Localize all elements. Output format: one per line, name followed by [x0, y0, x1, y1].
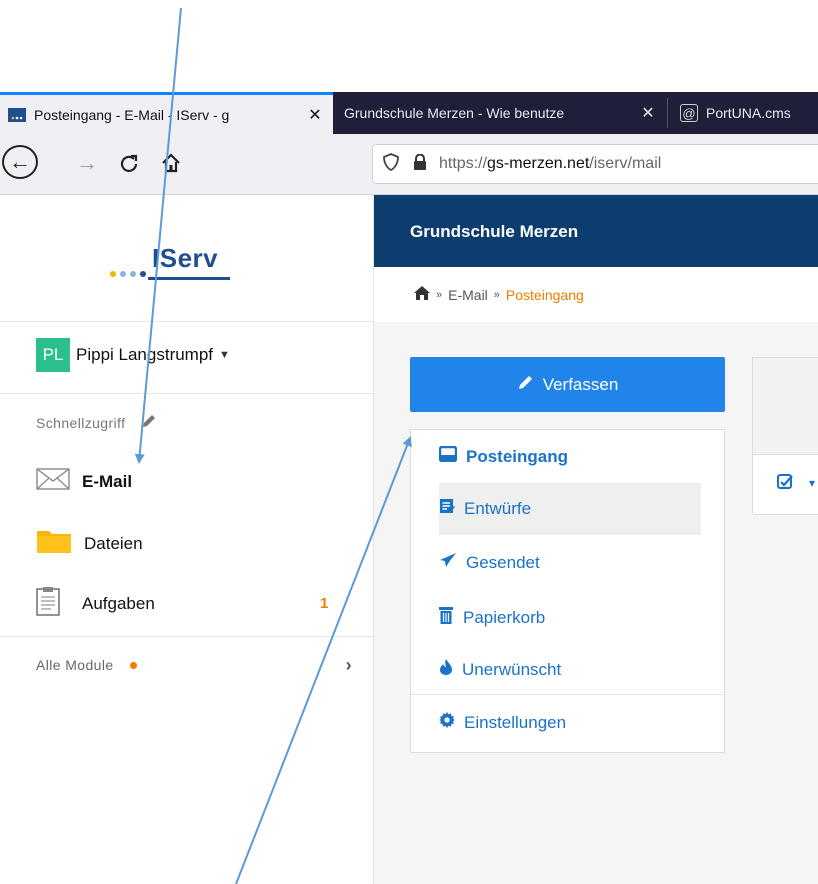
caret-down-icon: ▼	[219, 349, 230, 361]
close-icon[interactable]: ✕	[307, 105, 323, 125]
back-icon[interactable]: ←	[2, 145, 38, 179]
url-host: gs-merzen.net	[487, 155, 590, 172]
divider	[753, 514, 818, 515]
user-menu[interactable]: PL Pippi Langstrumpf ▼	[36, 338, 230, 372]
folder-label: Unerwünscht	[462, 659, 562, 679]
user-name: Pippi Langstrumpf	[76, 345, 214, 364]
logo-dot	[130, 271, 136, 277]
trash-icon	[439, 606, 453, 629]
draft-icon	[439, 498, 455, 519]
folder-inbox[interactable]: Posteingang	[438, 445, 569, 467]
logo-dot	[140, 271, 146, 277]
send-icon	[439, 552, 457, 573]
breadcrumb-trail: » E-Mail » Posteingang	[414, 286, 584, 303]
notification-dot	[129, 661, 137, 669]
divider	[0, 393, 373, 394]
shield-icon[interactable]	[383, 152, 399, 176]
inbox-icon	[438, 445, 458, 467]
folder-drafts[interactable]: Entwürfe	[439, 498, 531, 519]
browser-navbar: ← → https://gs-merzen.net/iserv/mail	[0, 134, 818, 195]
school-name: Grundschule Merzen	[410, 222, 579, 241]
tab-portuna[interactable]: @ PortUNA.cms	[672, 92, 818, 134]
tab-title: Grundschule Merzen - Wie benutze	[344, 105, 565, 121]
sidebar-item-tasks[interactable]: Aufgaben 1	[36, 586, 336, 621]
breadcrumb-separator: »	[493, 288, 500, 301]
envelope-icon	[36, 468, 70, 495]
tab-separator	[667, 98, 668, 128]
sidebar-item-label: Dateien	[84, 533, 143, 553]
divider	[0, 636, 373, 637]
home-icon[interactable]	[156, 146, 186, 180]
tab-posteingang[interactable]: Posteingang - E-Mail - IServ - g ✕	[0, 92, 333, 134]
reload-icon[interactable]	[114, 146, 144, 180]
home-icon[interactable]	[414, 286, 430, 303]
tasks-count-badge: 1	[320, 595, 329, 612]
folder-icon	[36, 528, 72, 559]
fire-icon	[439, 658, 453, 681]
sidebar-item-label: Aufgaben	[82, 593, 155, 613]
url-path: /iserv/mail	[589, 155, 662, 172]
gear-icon	[439, 712, 455, 733]
logo-dot	[120, 271, 126, 277]
breadcrumb-current: Posteingang	[505, 286, 584, 303]
url-bar[interactable]: https://gs-merzen.net/iserv/mail	[372, 144, 818, 184]
all-modules-link[interactable]: Alle Module ›	[36, 654, 352, 675]
breadcrumb-email[interactable]: E-Mail	[448, 287, 488, 303]
close-icon[interactable]: ✕	[640, 103, 656, 123]
compose-label: Verfassen	[542, 374, 619, 394]
iserv-favicon-icon	[8, 107, 26, 122]
tab-title: PortUNA.cms	[706, 105, 791, 121]
breadcrumb: » E-Mail » Posteingang	[374, 267, 818, 323]
avatar: PL	[36, 338, 70, 372]
at-sign-icon: @	[680, 104, 698, 122]
iserv-logo[interactable]: IServ	[110, 243, 230, 285]
folder-trash[interactable]: Papierkorb	[439, 606, 545, 629]
divider	[411, 694, 724, 695]
folder-spam[interactable]: Unerwünscht	[439, 658, 561, 681]
logo-dot	[110, 271, 116, 277]
url-text[interactable]: https://gs-merzen.net/iserv/mail	[439, 155, 661, 173]
quick-access-label: Schnellzugriff	[36, 414, 126, 431]
forward-icon[interactable]: →	[72, 146, 102, 180]
lock-icon[interactable]	[413, 153, 427, 175]
logo-underline	[148, 277, 230, 280]
logo-text: IServ	[152, 243, 219, 273]
sidebar-item-label: E-Mail	[82, 471, 133, 491]
tab-title: Posteingang - E-Mail - IServ - g	[34, 106, 230, 123]
sidebar-item-files[interactable]: Dateien	[36, 528, 143, 559]
message-list-toolbar	[753, 358, 818, 455]
folder-label: Entwürfe	[464, 498, 532, 518]
folder-label: Gesendet	[466, 552, 540, 572]
url-scheme: https://	[439, 155, 488, 172]
folder-sent[interactable]: Gesendet	[439, 552, 540, 573]
caret-down-icon[interactable]: ▾	[809, 476, 815, 490]
sidebar-item-email[interactable]: E-Mail	[36, 468, 132, 495]
clipboard-icon	[36, 586, 60, 621]
chevron-right-icon: ›	[345, 654, 352, 675]
app-header: Grundschule Merzen	[374, 195, 818, 267]
folder-list: Posteingang Entwürfe Gesendet Papierkorb…	[410, 429, 725, 753]
select-all-checkbox-icon[interactable]	[777, 474, 793, 495]
browser-tab-strip: Posteingang - E-Mail - IServ - g ✕ Grund…	[0, 92, 818, 134]
pencil-icon[interactable]	[141, 413, 157, 432]
pencil-icon	[517, 373, 535, 396]
quick-access-header: Schnellzugriff	[36, 413, 157, 432]
tab-grundschule[interactable]: Grundschule Merzen - Wie benutze ✕	[336, 92, 666, 134]
folder-label: Papierkorb	[463, 607, 546, 627]
breadcrumb-separator: »	[436, 288, 443, 301]
settings-link[interactable]: Einstellungen	[439, 712, 566, 733]
compose-button[interactable]: Verfassen	[410, 357, 725, 412]
all-modules-label: Alle Module	[36, 657, 114, 673]
sidebar: IServ PL Pippi Langstrumpf ▼ Schnellzugr…	[0, 195, 374, 884]
folder-label: Posteingang	[466, 446, 569, 466]
message-list-panel: ▾	[752, 357, 818, 515]
divider	[0, 321, 373, 322]
settings-label: Einstellungen	[464, 712, 567, 732]
